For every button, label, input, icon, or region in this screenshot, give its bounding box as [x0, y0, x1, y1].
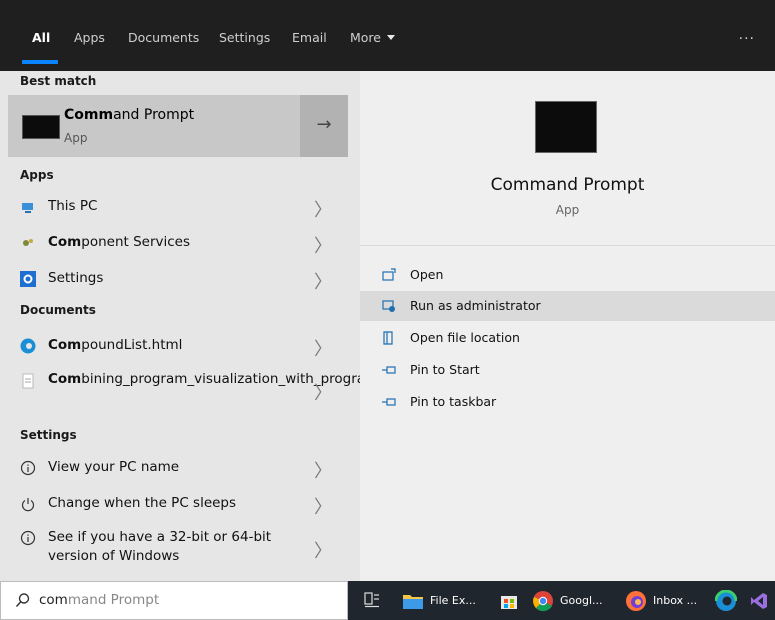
result-label: Change when the PC sleeps — [48, 495, 237, 511]
command-prompt-icon — [22, 115, 60, 139]
taskbar-visual-studio[interactable] — [747, 581, 771, 620]
preview-subtitle: App — [555, 203, 580, 217]
chrome-icon — [533, 591, 553, 612]
result-compoundlist-html[interactable]: CompoundList.html 〉 — [8, 330, 348, 362]
taskbar-label: Inbox ... — [653, 594, 698, 607]
preview-pane: Command Prompt App Open Run as administr… — [360, 71, 775, 581]
chevron-right-icon: 〉 — [314, 461, 332, 482]
component-services-icon — [23, 239, 33, 246]
info-icon — [20, 460, 36, 476]
best-match-result[interactable]: Command Prompt App → — [8, 95, 348, 157]
shield-icon — [382, 300, 395, 312]
tab-apps[interactable]: Apps — [74, 30, 105, 45]
best-match-subtitle: App — [64, 131, 88, 145]
settings-app-icon — [20, 271, 36, 287]
chevron-right-icon: 〉 — [314, 541, 332, 562]
open-icon — [382, 268, 396, 281]
result-label: View your PC name — [48, 459, 180, 475]
tab-settings[interactable]: Settings — [219, 30, 270, 45]
firefox-icon — [626, 591, 646, 611]
action-label: Run as administrator — [410, 298, 541, 313]
taskbar-label: Googl... — [560, 594, 603, 607]
taskbar: File Ex... Googl... Inbox ... — [348, 581, 775, 620]
result-settings-app[interactable]: Settings 〉 — [8, 263, 348, 295]
result-label: CompoundList.html — [48, 337, 183, 353]
tab-all[interactable]: All — [32, 30, 50, 45]
active-tab-indicator — [22, 60, 58, 64]
folder-icon — [383, 331, 393, 345]
chevron-right-icon: 〉 — [314, 497, 332, 518]
store-icon — [501, 596, 517, 609]
pin-icon — [382, 398, 396, 406]
result-label: See if you have a 32-bit or 64-bit versi… — [48, 529, 272, 564]
taskbar-firefox[interactable]: Inbox ... — [625, 581, 705, 620]
settings-header: Settings — [20, 428, 77, 442]
best-match-header: Best match — [20, 74, 97, 88]
result-label: Combining_program_visualization_with_pro… — [48, 371, 455, 387]
result-label: This PC — [48, 198, 98, 214]
taskbar-store[interactable] — [498, 581, 520, 620]
search-input[interactable]: command Prompt — [39, 592, 159, 608]
chevron-right-icon: 〉 — [314, 272, 332, 293]
search-box[interactable]: command Prompt — [0, 581, 348, 620]
tab-more[interactable]: More — [350, 30, 395, 45]
visual-studio-icon — [751, 593, 767, 609]
pdf-file-icon — [22, 373, 34, 389]
more-options-button[interactable]: ... — [739, 27, 755, 43]
arrow-right-icon: → — [316, 114, 332, 135]
result-32-64-bit[interactable]: See if you have a 32-bit or 64-bit versi… — [8, 527, 348, 569]
power-icon — [21, 498, 35, 512]
expand-arrow-button[interactable]: → — [300, 95, 348, 157]
taskbar-chrome[interactable]: Googl... — [532, 581, 616, 620]
tab-documents[interactable]: Documents — [128, 30, 199, 45]
taskbar-edge[interactable] — [713, 581, 739, 620]
results-pane: Best match Command Prompt App → Apps Thi… — [0, 71, 455, 581]
search-icon — [15, 593, 30, 608]
search-suggestion-text: mand Prompt — [67, 592, 160, 608]
documents-header: Documents — [20, 303, 96, 317]
result-label: Component Services — [48, 234, 191, 250]
folder-icon — [403, 595, 423, 609]
chevron-right-icon: 〉 — [314, 383, 332, 404]
action-open-file-location[interactable]: Open file location — [360, 323, 775, 353]
result-label: Settings — [48, 270, 104, 286]
tab-more-label: More — [350, 30, 381, 45]
result-combining-program-pdf[interactable]: Combining_program_visualization_with_pro… — [8, 369, 455, 409]
result-this-pc[interactable]: This PC 〉 — [8, 191, 348, 223]
task-view-button[interactable] — [360, 581, 384, 620]
info-icon — [20, 530, 36, 546]
search-scope-tabs: All Apps Documents Settings Email More .… — [0, 0, 775, 71]
result-pc-sleeps[interactable]: Change when the PC sleeps 〉 — [8, 488, 348, 520]
divider — [360, 245, 775, 246]
tab-email[interactable]: Email — [292, 30, 327, 45]
this-pc-icon — [22, 203, 33, 213]
action-label: Open file location — [410, 330, 520, 345]
preview-title: Command Prompt — [490, 175, 645, 195]
chevron-right-icon: 〉 — [314, 339, 332, 360]
result-component-services[interactable]: Component Services 〉 — [8, 227, 348, 259]
chevron-right-icon: 〉 — [314, 236, 332, 257]
command-prompt-large-icon — [535, 101, 597, 153]
search-typed-text: com — [39, 592, 68, 608]
pin-icon — [382, 366, 396, 374]
action-label: Open — [410, 267, 444, 282]
chevron-down-icon — [387, 35, 395, 40]
taskbar-file-explorer[interactable]: File Ex... — [402, 581, 482, 620]
action-run-as-administrator[interactable]: Run as administrator — [360, 291, 775, 321]
task-view-icon — [364, 592, 379, 608]
apps-header: Apps — [20, 168, 54, 182]
action-label: Pin to Start — [410, 362, 480, 377]
edge-icon — [715, 590, 737, 611]
result-view-pc-name[interactable]: View your PC name 〉 — [8, 452, 348, 484]
edge-html-icon — [20, 338, 36, 354]
taskbar-label: File Ex... — [430, 594, 476, 607]
best-match-title: Command Prompt — [64, 107, 195, 123]
chevron-right-icon: 〉 — [314, 200, 332, 221]
action-pin-to-start[interactable]: Pin to Start — [360, 355, 775, 385]
action-open[interactable]: Open — [360, 260, 775, 290]
action-label: Pin to taskbar — [410, 394, 497, 409]
action-pin-to-taskbar[interactable]: Pin to taskbar — [360, 387, 775, 417]
